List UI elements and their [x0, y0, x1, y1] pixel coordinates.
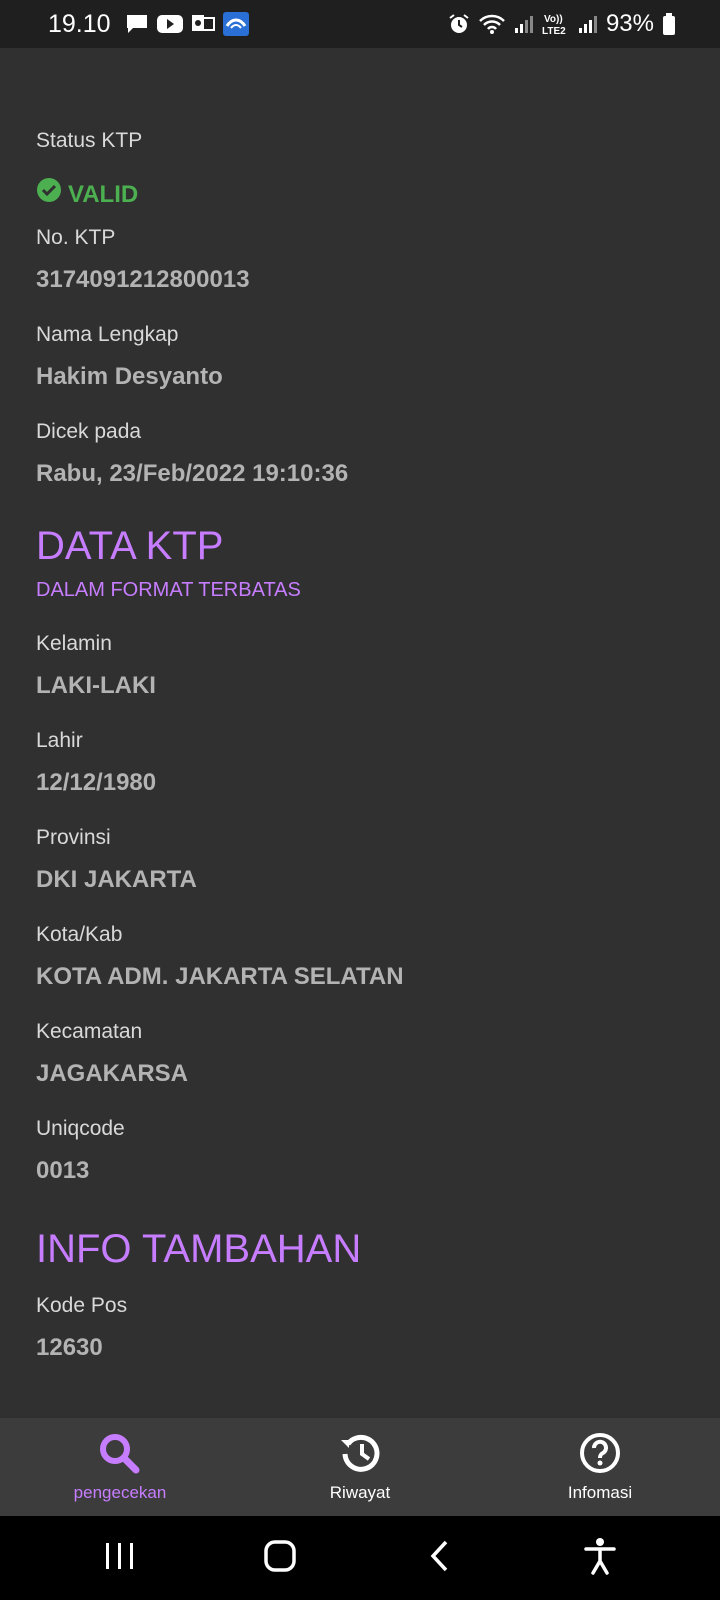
back-icon: [428, 1539, 452, 1578]
gender-value: LAKI-LAKI: [36, 672, 156, 699]
youtube-icon: [156, 14, 183, 34]
full-name-label: Nama Lengkap: [36, 323, 179, 346]
ktp-number-value: 3174091212800013: [36, 266, 250, 293]
help-icon: [578, 1432, 622, 1479]
city-value: KOTA ADM. JAKARTA SELATAN: [36, 963, 404, 990]
system-navigation-bar: [0, 1516, 720, 1600]
birth-field: Lahir 12/12/1980: [36, 726, 684, 823]
home-icon: [263, 1539, 297, 1578]
ktp-result-content[interactable]: Status KTP VALID No. KTP 317409121280001…: [0, 48, 720, 1418]
accessibility-button[interactable]: [570, 1528, 630, 1588]
bottom-navigation: pengecekan Riwayat Infomasi: [0, 1418, 720, 1516]
check-circle-icon: [36, 177, 62, 213]
ktp-number-label: No. KTP: [36, 226, 116, 249]
history-icon: [338, 1432, 382, 1479]
data-ktp-subtitle: DALAM FORMAT TERBATAS: [36, 579, 301, 601]
checked-at-field: Dicek pada Rabu, 23/Feb/2022 19:10:36: [36, 417, 684, 514]
chat-icon: [125, 13, 149, 35]
signal-icon: [514, 14, 534, 34]
ktp-number-field: No. KTP 3174091212800013: [36, 223, 684, 320]
data-ktp-title: DATA KTP: [36, 524, 224, 568]
district-value: JAGAKARSA: [36, 1060, 189, 1087]
province-field: Provinsi DKI JAKARTA: [36, 823, 684, 920]
recent-apps-icon: [104, 1541, 136, 1576]
nav-infomasi[interactable]: Infomasi: [480, 1418, 720, 1516]
city-label: Kota/Kab: [36, 923, 123, 946]
postal-code-label: Kode Pos: [36, 1294, 128, 1317]
status-time: 19.10: [48, 9, 111, 38]
nav-infomasi-label: Infomasi: [567, 1482, 633, 1502]
volte-icon: Vo)) LTE2: [542, 12, 570, 36]
uniqcode-value: 0013: [36, 1157, 90, 1184]
province-value: DKI JAKARTA: [36, 866, 197, 893]
svg-text:Vo)): Vo)): [544, 14, 563, 25]
district-label: Kecamatan: [36, 1020, 143, 1043]
nav-riwayat-label: Riwayat: [329, 1482, 391, 1502]
nav-riwayat[interactable]: Riwayat: [240, 1418, 480, 1516]
checked-at-label: Dicek pada: [36, 420, 142, 443]
battery-percent: 93%: [605, 10, 654, 37]
signal-icon: [578, 14, 598, 34]
full-name-value: Hakim Desyanto: [36, 363, 223, 390]
status-valid-text: VALID: [68, 180, 139, 208]
nav-pengecekan[interactable]: pengecekan: [0, 1418, 240, 1516]
status-label: Status KTP: [36, 129, 143, 152]
city-field: Kota/Kab KOTA ADM. JAKARTA SELATAN: [36, 920, 684, 1017]
alarm-icon: [448, 13, 470, 35]
home-button[interactable]: [250, 1528, 310, 1588]
svg-text:LTE2: LTE2: [542, 26, 566, 36]
uniqcode-label: Uniqcode: [36, 1117, 125, 1140]
birth-value: 12/12/1980: [36, 769, 157, 796]
nav-pengecekan-label: pengecekan: [73, 1482, 167, 1502]
gender-label: Kelamin: [36, 632, 112, 655]
checked-at-value: Rabu, 23/Feb/2022 19:10:36: [36, 460, 349, 487]
postal-code-value: 12630: [36, 1334, 103, 1361]
status-value: VALID: [36, 166, 684, 223]
status-bar: 19.10 Vo)) LTE2 93%: [0, 0, 720, 48]
status-bar-right: Vo)) LTE2 93%: [448, 10, 676, 38]
full-name-field: Nama Lengkap Hakim Desyanto: [36, 320, 684, 417]
back-button[interactable]: [410, 1528, 470, 1588]
outlook-icon: [191, 13, 215, 35]
battery-icon: [662, 13, 676, 35]
status-field: Status KTP VALID: [36, 126, 684, 223]
wifi-icon: [478, 13, 506, 35]
app-icon: [222, 12, 249, 36]
search-icon: [98, 1432, 142, 1479]
uniqcode-field: Uniqcode 0013: [36, 1114, 684, 1211]
district-field: Kecamatan JAGAKARSA: [36, 1017, 684, 1114]
status-bar-left: 19.10: [48, 10, 249, 39]
postal-code-field: Kode Pos 12630: [36, 1291, 684, 1388]
accessibility-icon: [583, 1537, 617, 1580]
birth-label: Lahir: [36, 729, 83, 752]
recent-apps-button[interactable]: [90, 1528, 150, 1588]
province-label: Provinsi: [36, 826, 111, 849]
info-tambahan-title: INFO TAMBAHAN: [36, 1227, 362, 1271]
gender-field: Kelamin LAKI-LAKI: [36, 629, 684, 726]
